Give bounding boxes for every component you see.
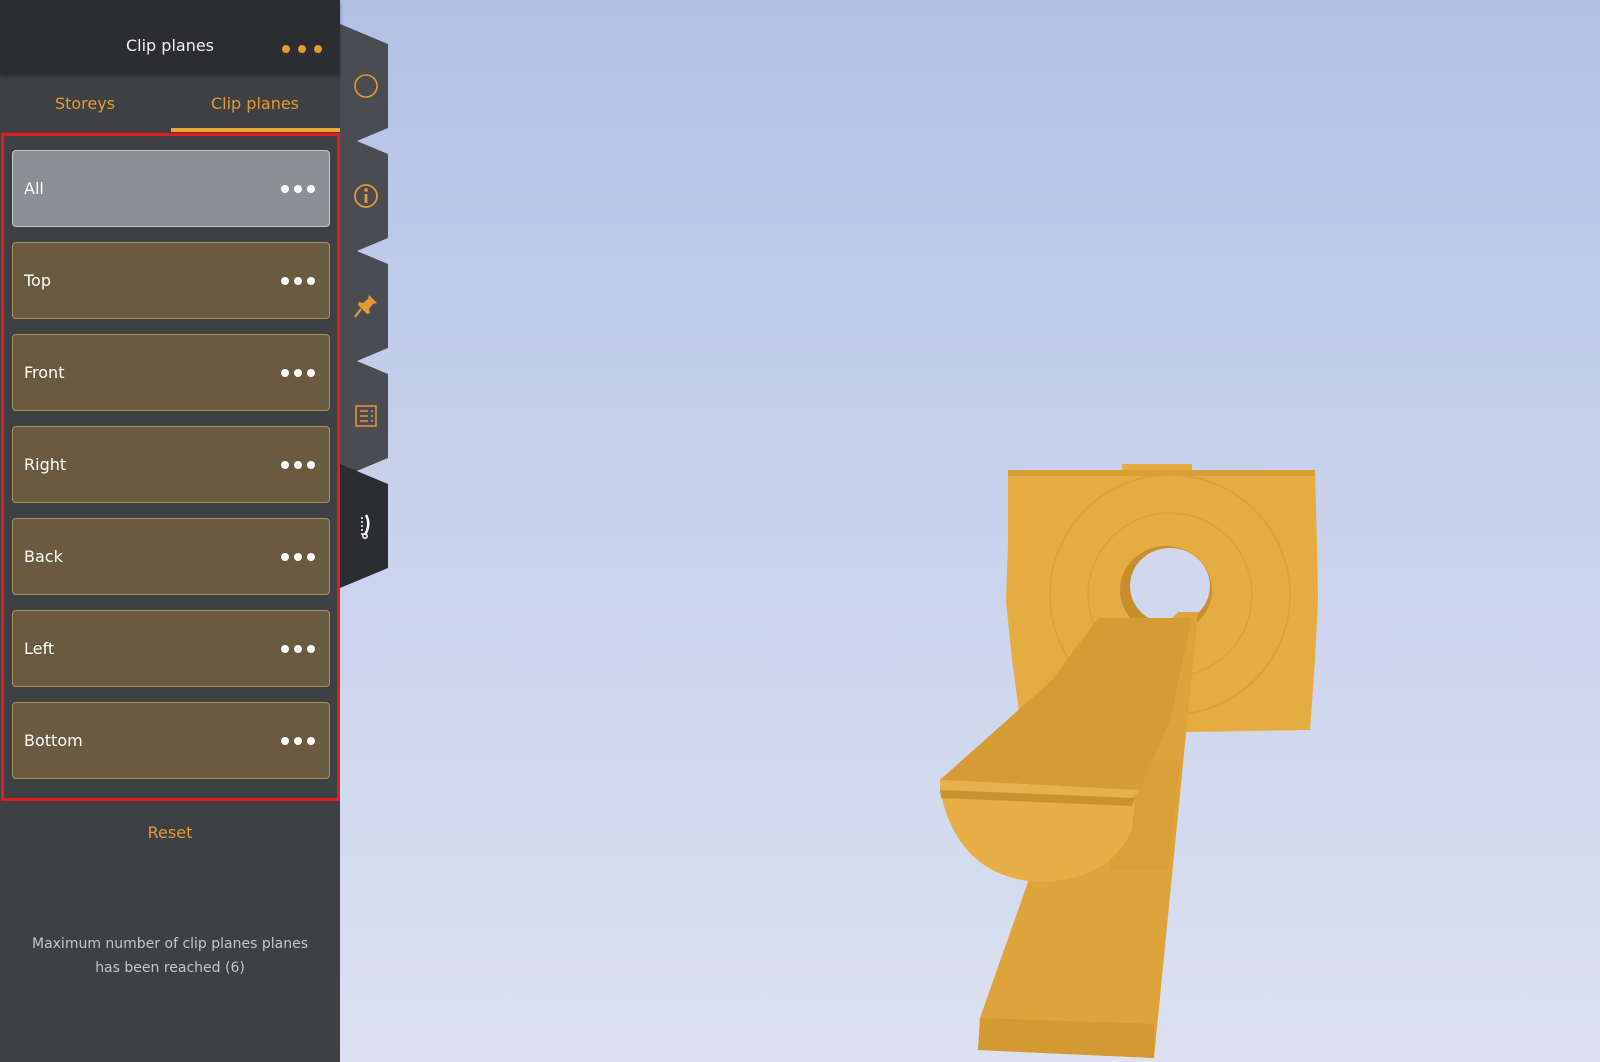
- pin-icon: [354, 295, 377, 318]
- plane-item-top[interactable]: Top: [12, 242, 330, 319]
- more-dots-icon[interactable]: [281, 736, 315, 746]
- side-tab-circle[interactable]: [340, 24, 390, 148]
- more-dots-icon[interactable]: [282, 38, 322, 60]
- plane-item-back[interactable]: Back: [12, 518, 330, 595]
- plane-item-front[interactable]: Front: [12, 334, 330, 411]
- tab-clip-planes[interactable]: Clip planes: [170, 74, 340, 132]
- more-dots-icon[interactable]: [281, 460, 315, 470]
- more-dots-icon[interactable]: [281, 184, 315, 194]
- clip-plane-list: All Top Front Right Back Left Bottom: [1, 133, 340, 801]
- active-tab-indicator: [171, 128, 340, 132]
- side-tab-bar: [340, 0, 400, 620]
- plane-label: All: [24, 179, 44, 198]
- plane-label: Front: [24, 363, 65, 382]
- plane-label: Top: [24, 271, 51, 290]
- plane-item-right[interactable]: Right: [12, 426, 330, 503]
- more-dots-icon[interactable]: [281, 368, 315, 378]
- plane-label: Bottom: [24, 731, 83, 750]
- 3d-viewport[interactable]: [340, 0, 1600, 1062]
- clip-planes-panel: Clip planes Storeys Clip planes All Top …: [0, 0, 340, 1062]
- info-icon: [354, 184, 378, 208]
- side-tab-list[interactable]: [340, 354, 390, 478]
- plane-item-all[interactable]: All: [12, 150, 330, 227]
- ct-scanner-model[interactable]: [340, 0, 1600, 1062]
- side-tab-pin[interactable]: [340, 244, 390, 368]
- list-icon: [355, 405, 377, 427]
- plane-label: Back: [24, 547, 63, 566]
- side-tab-clip-plane[interactable]: [340, 464, 390, 588]
- clip-plane-icon: [361, 514, 370, 539]
- plane-item-left[interactable]: Left: [12, 610, 330, 687]
- panel-tabs: Storeys Clip planes: [0, 74, 340, 132]
- tab-storeys[interactable]: Storeys: [0, 74, 170, 132]
- plane-label: Left: [24, 639, 55, 658]
- more-dots-icon[interactable]: [281, 644, 315, 654]
- panel-header: Clip planes: [0, 0, 340, 74]
- side-tab-info[interactable]: [340, 134, 390, 258]
- limit-message: Maximum number of clip planes planes has…: [31, 936, 308, 976]
- reset-button[interactable]: Reset: [0, 823, 340, 842]
- plane-item-bottom[interactable]: Bottom: [12, 702, 330, 779]
- more-dots-icon[interactable]: [281, 276, 315, 286]
- more-dots-icon[interactable]: [281, 552, 315, 562]
- plane-label: Right: [24, 455, 67, 474]
- circle-icon: [354, 74, 378, 98]
